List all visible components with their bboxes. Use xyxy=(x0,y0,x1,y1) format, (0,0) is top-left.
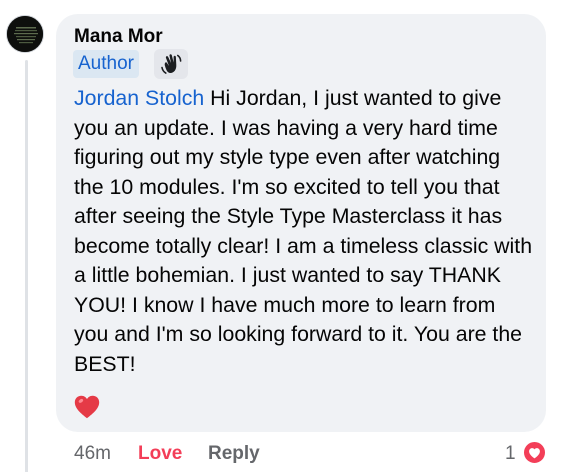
heart-emoji-icon xyxy=(72,392,102,422)
waving-hand-icon xyxy=(154,49,188,79)
comment-text: Jordan Stolch Hi Jordan, I just wanted t… xyxy=(74,84,534,379)
avatar[interactable] xyxy=(6,15,44,53)
author-badge: Author xyxy=(73,50,139,78)
timestamp[interactable]: 46m xyxy=(74,443,111,465)
reply-button[interactable]: Reply xyxy=(208,443,260,465)
author-name[interactable]: Mana Mor xyxy=(74,26,163,48)
thread-line xyxy=(25,60,28,472)
mention-link[interactable]: Jordan Stolch xyxy=(74,86,204,110)
reaction-count[interactable]: 1 xyxy=(505,443,516,465)
love-button[interactable]: Love xyxy=(138,443,182,465)
love-reaction-icon[interactable] xyxy=(522,440,547,465)
comment-body: Hi Jordan, I just wanted to give you an … xyxy=(74,86,533,376)
